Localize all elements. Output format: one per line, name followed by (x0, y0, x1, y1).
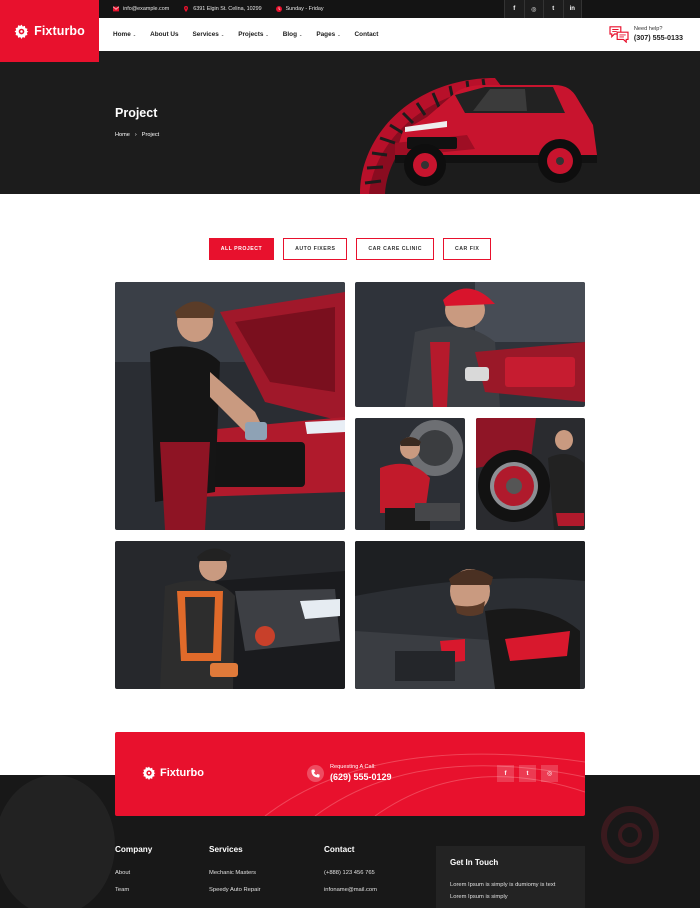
help-phone: (307) 555-0133 (633, 33, 683, 42)
chevron-down-icon: ⌄ (265, 32, 269, 37)
footer-company-title: Company (115, 845, 153, 854)
breadcrumb-home[interactable]: Home (115, 132, 130, 138)
footer-link-speedy-auto-repair[interactable]: Speedy Auto Repair (209, 887, 261, 893)
main-nav: Home ⌄ About Us Services ⌄ Projects ⌄ Blog ⌄… (99, 18, 695, 51)
nav-about[interactable]: About Us (150, 31, 178, 38)
nav-blog[interactable]: Blog ⌄ (283, 31, 303, 38)
mechanic-red-gloves-engine-image (355, 541, 585, 689)
filter-car-fix[interactable]: CAR FIX (443, 238, 492, 260)
mechanic-tire-wheel-image (476, 418, 585, 530)
footer-contact-phone[interactable]: (+888) 123 456 765 (324, 870, 375, 876)
get-in-touch-text-1: Lorem Ipsum is simply is dumiomy is text (450, 882, 556, 888)
filter-car-care-clinic[interactable]: CAR CARE CLINIC (356, 238, 435, 260)
get-in-touch-title: Get In Touch (450, 858, 499, 867)
breadcrumb-current: Project (141, 132, 160, 138)
twitter-icon[interactable]: t (519, 765, 536, 782)
cta-banner: Fixturbo Requesting A Call: (629) 555-01… (115, 732, 585, 816)
filter-auto-fixers[interactable]: AUTO FIXERS (283, 238, 348, 260)
chevron-down-icon: ⌄ (337, 32, 341, 37)
location-pin-icon (184, 6, 189, 12)
topbar-address: 6391 Elgin St. Celina, 10299 (183, 6, 262, 12)
cta-brand-name: Fixturbo (160, 767, 204, 779)
project-filters: ALL PROJECT AUTO FIXERS CAR CARE CLINIC … (0, 238, 700, 260)
chevron-down-icon: ⌄ (298, 32, 303, 37)
instagram-icon[interactable]: ◎ (541, 765, 558, 782)
mail-icon (113, 6, 119, 12)
project-photo-1[interactable] (115, 282, 345, 530)
brand-logo[interactable]: Fixturbo (0, 0, 99, 62)
get-in-touch-text-2: Lorem Ipsum is simply (450, 894, 508, 900)
facebook-icon[interactable]: f (504, 0, 524, 18)
help-contact[interactable]: Need help? (307) 555-0133 (609, 25, 683, 43)
cta-call-phone: (629) 555-0129 (330, 772, 392, 782)
project-photo-2[interactable] (355, 282, 585, 407)
nav-contact[interactable]: Contact (355, 31, 379, 38)
nav-projects[interactable]: Projects ⌄ (238, 31, 269, 38)
breadcrumb: Home › Project (115, 132, 159, 138)
page-title: Project (115, 106, 158, 120)
topbar-social: f ◎ t in (504, 0, 582, 18)
gear-logo-icon (142, 766, 156, 780)
footer-contact-title: Contact (324, 845, 355, 854)
cta-call-label: Requesting A Call: (330, 764, 376, 770)
nav-home[interactable]: Home ⌄ (113, 31, 136, 38)
project-photo-4[interactable] (476, 418, 585, 530)
page-hero: Project Home › Project (0, 51, 700, 194)
facebook-icon[interactable]: f (497, 765, 514, 782)
footer-link-about[interactable]: About (115, 870, 130, 876)
project-photo-5[interactable] (115, 541, 345, 689)
red-suv-image (360, 78, 597, 194)
address-text: 6391 Elgin St. Celina, 10299 (193, 6, 262, 12)
mechanic-red-car-hood-image (115, 282, 345, 530)
project-photo-3[interactable] (355, 418, 465, 530)
chevron-down-icon: ⌄ (220, 32, 225, 37)
footer-contact-email[interactable]: infoname@mail.com (324, 887, 377, 893)
project-photo-6[interactable] (355, 541, 585, 689)
nav-pages[interactable]: Pages ⌄ (316, 31, 340, 38)
cta-social: f t ◎ (497, 765, 558, 782)
mechanic-red-cap-engine-image (355, 282, 585, 407)
nav-services[interactable]: Services ⌄ (193, 31, 225, 38)
breadcrumb-separator: › (134, 132, 137, 138)
footer-link-mechanic-masters[interactable]: Mechanic Masters (209, 870, 256, 876)
mechanic-red-jacket-kneeling-image (355, 418, 465, 530)
chevron-down-icon: ⌄ (132, 32, 137, 37)
twitter-icon[interactable]: t (543, 0, 563, 18)
email-text: info@example.com (123, 6, 170, 12)
topbar-hours: Sunday - Friday (275, 6, 324, 12)
cta-call[interactable]: Requesting A Call: (629) 555-0129 (307, 764, 392, 782)
help-label: Need help? (633, 26, 663, 32)
instagram-icon[interactable]: ◎ (523, 0, 543, 18)
chat-bubbles-icon (609, 26, 629, 43)
gear-logo-icon (14, 24, 29, 39)
topbar-email[interactable]: info@example.com (113, 6, 169, 12)
mechanic-orange-vest-engine-image (115, 541, 345, 689)
phone-icon (307, 764, 324, 782)
footer-services-title: Services (209, 845, 243, 854)
brand-name: Fixturbo (34, 24, 85, 38)
linkedin-icon[interactable]: in (562, 0, 582, 18)
clock-icon (275, 6, 282, 12)
cta-logo[interactable]: Fixturbo (142, 766, 204, 780)
hours-text: Sunday - Friday (285, 6, 324, 12)
top-bar: info@example.com 6391 Elgin St. Celina, … (99, 0, 700, 18)
filter-all-project[interactable]: ALL PROJECT (208, 238, 275, 260)
footer-link-team[interactable]: Team (115, 887, 129, 893)
get-in-touch-panel: Get In Touch Lorem Ipsum is simply is du… (436, 846, 585, 908)
